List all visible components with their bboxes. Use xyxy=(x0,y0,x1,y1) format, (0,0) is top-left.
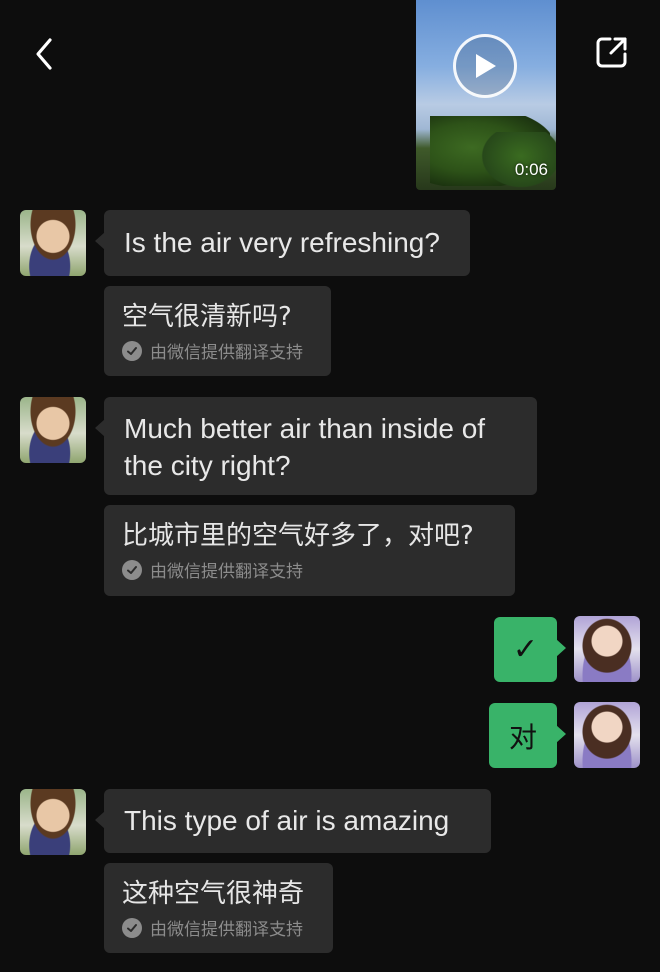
translation-credit: 由微信提供翻译支持 xyxy=(104,553,515,592)
contact-avatar[interactable] xyxy=(20,210,86,276)
check-circle-icon xyxy=(122,559,142,580)
translation-credit: 由微信提供翻译支持 xyxy=(104,334,331,373)
message-text: 对 xyxy=(508,720,537,754)
message-bubble-outgoing[interactable]: 对 xyxy=(489,703,566,768)
check-circle-icon xyxy=(122,917,142,938)
chevron-left-icon xyxy=(36,38,52,70)
translation-credit: 由微信提供翻译支持 xyxy=(104,911,333,950)
message-text-line: the city right? xyxy=(124,450,291,481)
play-button[interactable] xyxy=(453,34,517,98)
message-bubble-incoming[interactable]: Much better air than inside of the city … xyxy=(95,397,537,498)
translation-credit-text: 由微信提供翻译支持 xyxy=(150,920,303,940)
translation-text: 比城市里的空气好多了，对吧? xyxy=(122,521,474,551)
share-button[interactable] xyxy=(592,32,632,72)
message-bubble-incoming[interactable]: This type of air is amazing xyxy=(95,789,491,853)
message-text: This type of air is amazing xyxy=(124,805,450,836)
translation-bubble[interactable]: 这种空气很神奇 由微信提供翻译支持 xyxy=(104,863,333,953)
video-duration: 0:06 xyxy=(514,160,548,179)
contact-avatar[interactable] xyxy=(20,789,86,855)
message-text: Is the air very refreshing? xyxy=(124,227,440,258)
play-icon xyxy=(476,54,496,78)
message-text-line: Much better air than inside of xyxy=(124,413,486,444)
translation-bubble[interactable]: 空气很清新吗? 由微信提供翻译支持 xyxy=(104,286,331,376)
my-avatar[interactable] xyxy=(574,702,640,768)
translation-bubble[interactable]: 比城市里的空气好多了，对吧? 由微信提供翻译支持 xyxy=(104,505,515,596)
open-external-icon xyxy=(596,37,627,68)
translation-text: 这种空气很神奇 xyxy=(122,879,305,909)
check-circle-icon xyxy=(122,340,142,361)
message-bubble-incoming[interactable]: Is the air very refreshing? xyxy=(95,210,470,276)
message-bubble-outgoing[interactable]: ✓ xyxy=(494,617,566,682)
video-message[interactable]: 0:06 xyxy=(416,0,556,190)
message-text: Much better air than inside of the city … xyxy=(104,397,537,498)
translation-text: 空气很清新吗? xyxy=(122,302,292,332)
translation-credit-text: 由微信提供翻译支持 xyxy=(150,343,303,363)
contact-avatar[interactable] xyxy=(20,397,86,463)
back-button[interactable] xyxy=(28,34,60,74)
message-text: ✓ xyxy=(512,632,539,667)
my-avatar[interactable] xyxy=(574,616,640,682)
translation-credit-text: 由微信提供翻译支持 xyxy=(150,562,303,582)
